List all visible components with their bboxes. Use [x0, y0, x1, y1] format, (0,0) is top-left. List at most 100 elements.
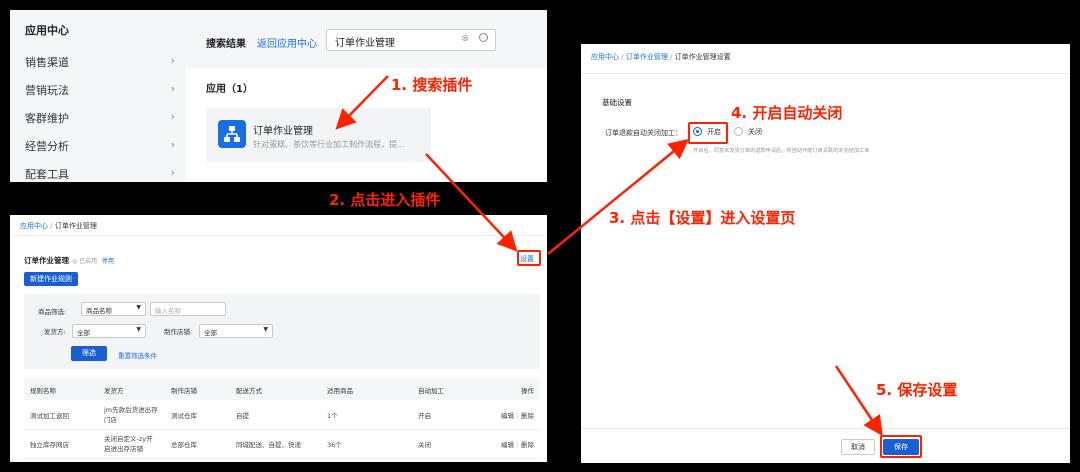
product-name-input[interactable]: 输入名称 [150, 302, 226, 316]
delete-link[interactable]: 删除 [521, 412, 534, 421]
search-input[interactable]: 订单作业管理 ⊗ [326, 29, 496, 51]
search-results-label: 搜索结果 [206, 39, 246, 50]
filter-product-label: 商品筛选: [38, 308, 67, 316]
sidebar-title: 应用中心 [25, 24, 69, 37]
row-ship-line2: 门店 [104, 416, 117, 424]
filter-button[interactable]: 筛选 [71, 346, 107, 361]
app-tree-icon [218, 120, 246, 148]
radio-unchecked-icon [734, 127, 743, 136]
product-filter-value: 商品名称 [86, 307, 112, 315]
search-input-value: 订单作业管理 [335, 38, 395, 49]
ship-filter-select[interactable]: 全部 ▼ [72, 324, 146, 338]
sidebar-item-label: 营销玩法 [25, 84, 69, 97]
app-card[interactable]: 订单作业管理 针对蛋糕、茶饮等行业加工制作流程，提... [206, 108, 431, 162]
option-on-highlight-box [688, 122, 728, 144]
breadcrumb-order-job[interactable]: 订单作业管理 [626, 53, 668, 61]
cancel-button[interactable]: 取消 [841, 439, 875, 455]
row-goods: 1个 [327, 412, 338, 420]
divider [581, 73, 1070, 74]
row-ship-line2: 启进出存店铺 [104, 445, 143, 453]
sidebar-item-label: 配套工具 [25, 168, 69, 181]
dropdown-arrow-icon: ▼ [136, 304, 141, 311]
row-goods: 36个 [327, 441, 342, 449]
delete-link[interactable]: 删除 [521, 441, 534, 450]
action-separator: | [516, 441, 519, 449]
breadcrumb-app-center[interactable]: 应用中心 [20, 222, 48, 230]
col-actions: 操作 [521, 387, 534, 395]
col-ship: 发货方 [104, 387, 124, 395]
sidebar-item-label: 客群维护 [25, 112, 69, 125]
row-auto: 开启 [418, 412, 431, 420]
row-delivery: 自提 [236, 412, 249, 420]
row-rule-name: 独立库存网店 [30, 441, 69, 449]
clear-icon[interactable]: ⊗ [461, 34, 469, 44]
chevron-right-icon: › [170, 166, 175, 179]
setting-label: 订单退款自动关闭加工： [605, 129, 682, 137]
search-bar-row: 搜索结果 返回应用中心 订单作业管理 ⊗ [186, 10, 547, 68]
app-center-search-panel: 应用中心 销售渠道 › 营销玩法 › 客群维护 › 经营分析 › 配套工具 › 搜索结果 … [10, 10, 547, 182]
divider [10, 235, 547, 236]
table-row: 测试加工退回 jm先款后货进出存 门店 测试仓库 自提 1个 开启 编辑 | 删… [24, 402, 540, 430]
store-filter-select[interactable]: 全部 ▼ [199, 324, 273, 338]
breadcrumb-current: 订单作业管理 [54, 222, 97, 230]
breadcrumb-app-center[interactable]: 应用中心 [591, 53, 619, 61]
sidebar-item-analytics[interactable]: 经营分析 › [25, 138, 175, 154]
row-auto: 关闭 [418, 441, 431, 449]
section-title: 基础设置 [602, 98, 632, 107]
app-name: 订单作业管理 [253, 126, 313, 137]
search-main: 搜索结果 返回应用中心 订单作业管理 ⊗ 应用（1） 订单作业管理 针对蛋糕、茶… [186, 10, 547, 182]
new-rule-button[interactable]: 新建作业规则 [24, 272, 78, 286]
annotation-step3: 3. 点击【设置】进入设置页 [609, 209, 796, 227]
chevron-right-icon: › [170, 138, 175, 151]
breadcrumb: 应用中心 / 订单作业管理 [20, 221, 97, 231]
search-icon[interactable] [479, 33, 488, 42]
apps-count-label: 应用（1） [206, 84, 253, 95]
sidebar-item-tools[interactable]: 配套工具 › [25, 166, 175, 182]
save-highlight-box [880, 435, 922, 458]
filter-area: 商品筛选: 商品名称 ▼ 输入名称 发货方: 全部 ▼ 制作店铺: 全部 ▼ 筛选 重… [24, 294, 540, 369]
col-goods: 适用商品 [327, 387, 353, 395]
row-rule-name: 测试加工退回 [30, 412, 69, 420]
row-ship-line1: 关闭自定义-zy开 [104, 435, 153, 443]
option-off-label: 关闭 [748, 128, 762, 136]
breadcrumb-separator: / [670, 53, 673, 61]
filter-ship-label: 发货方: [44, 328, 66, 336]
sidebar: 应用中心 销售渠道 › 营销玩法 › 客群维护 › 经营分析 › 配套工具 › [10, 10, 186, 182]
setting-hint: 开启后，同意未发货订单的退款申请后，将自动作废订单关联的未完结加工单 [693, 148, 870, 154]
row-ship-line1: jm先款后货进出存 [104, 406, 158, 414]
breadcrumb-current: 订单作业管理设置 [674, 53, 731, 61]
annotation-step1: 1. 搜索插件 [391, 76, 473, 94]
disable-link[interactable]: 停用 [102, 256, 114, 265]
product-filter-select[interactable]: 商品名称 ▼ [81, 302, 146, 316]
table-header: 规则名称 发货方 制作店铺 配送方式 适用商品 自动加工 操作 [24, 378, 540, 400]
breadcrumb-separator: / [50, 222, 53, 230]
dropdown-arrow-icon: ▼ [136, 326, 141, 333]
col-store: 制作店铺 [171, 387, 197, 395]
col-rule-name: 规则名称 [30, 387, 56, 395]
col-delivery: 配送方式 [236, 387, 262, 395]
back-to-app-center-link[interactable]: 返回应用中心 [257, 35, 317, 50]
sidebar-item-customers[interactable]: 客群维护 › [25, 110, 175, 126]
row-delivery: 同城配送、自提、快递 [236, 441, 301, 449]
sidebar-item-marketing[interactable]: 营销玩法 › [25, 82, 175, 98]
sidebar-item-label: 销售渠道 [25, 56, 69, 69]
edit-link[interactable]: 编辑 [501, 441, 514, 450]
sidebar-item-sales-channel[interactable]: 销售渠道 › [25, 54, 175, 70]
breadcrumb: 应用中心 / 订单作业管理 / 订单作业管理设置 [591, 52, 731, 62]
row-store: 测试仓库 [171, 412, 197, 420]
annotation-step2: 2. 点击进入插件 [329, 191, 441, 209]
app-description: 针对蛋糕、茶饮等行业加工制作流程，提... [253, 140, 405, 149]
col-auto-process: 自动加工 [418, 387, 444, 395]
settings-highlight-box [517, 250, 541, 266]
annotation-step5: 5. 保存设置 [876, 381, 958, 399]
reset-filter-link[interactable]: 重置筛选条件 [118, 350, 157, 360]
chevron-right-icon: › [170, 82, 175, 95]
order-job-management-panel: 应用中心 / 订单作业管理 订单作业管理 ◎ 已启用 停用 设置 新建作业规则 … [10, 215, 547, 462]
footer-divider [581, 428, 1070, 429]
product-name-placeholder: 输入名称 [155, 307, 181, 315]
table-row: 独立库存网店 关闭自定义-zy开 启进出存店铺 总部仓库 同城配送、自提、快递 … [24, 431, 540, 459]
breadcrumb-separator: / [621, 53, 624, 61]
edit-link[interactable]: 编辑 [501, 412, 514, 421]
page-title: 订单作业管理 [24, 256, 69, 265]
option-off-radio[interactable]: 关闭 [734, 126, 772, 138]
